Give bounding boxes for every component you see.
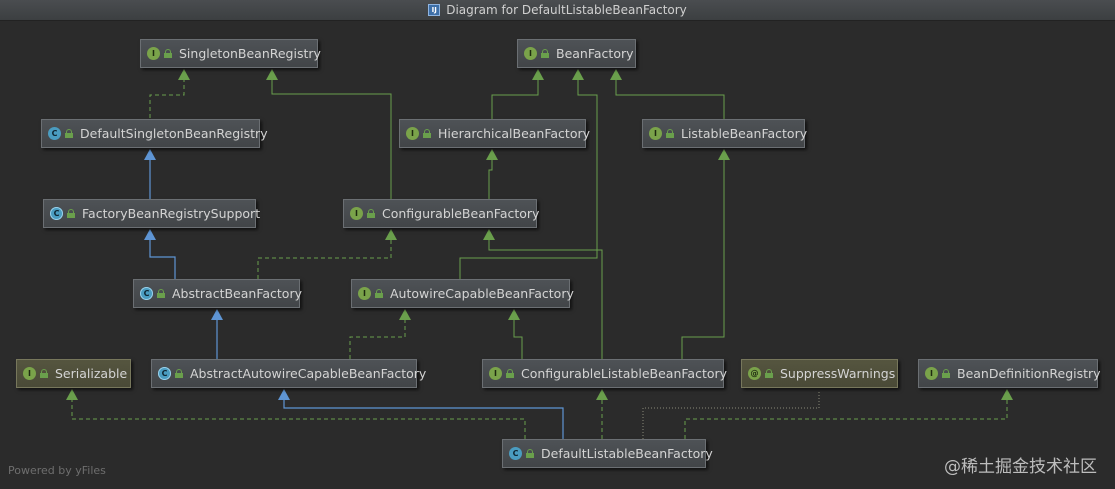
node-label: SuppressWarnings: [780, 366, 896, 381]
abstract-class-icon: C: [50, 207, 63, 220]
node-bean-definition-registry[interactable]: I BeanDefinitionRegistry: [918, 359, 1101, 388]
node-label: BeanFactory: [556, 46, 634, 61]
node-singleton-bean-registry[interactable]: I SingletonBeanRegistry: [140, 39, 321, 68]
node-abstract-bean-factory[interactable]: C AbstractBeanFactory: [133, 279, 302, 308]
node-bean-factory[interactable]: I BeanFactory: [517, 39, 636, 68]
node-label: AbstractBeanFactory: [172, 286, 302, 301]
interface-icon: I: [23, 367, 36, 380]
interface-icon: I: [406, 127, 419, 140]
abstract-class-icon: C: [140, 287, 153, 300]
diagram-icon: IJ: [428, 4, 441, 16]
class-icon: C: [48, 127, 61, 140]
diagram-canvas[interactable]: [0, 21, 1115, 489]
node-suppress-warnings[interactable]: @ SuppressWarnings: [741, 359, 898, 388]
window-title-bar: IJ Diagram for DefaultListableBeanFactor…: [0, 0, 1115, 21]
public-lock-icon: [65, 129, 73, 138]
node-label: Serializable: [55, 366, 128, 381]
powered-by-label: Powered by yFiles: [8, 464, 106, 477]
public-lock-icon: [67, 209, 75, 218]
public-lock-icon: [423, 129, 431, 138]
public-lock-icon: [367, 209, 375, 218]
public-lock-icon: [666, 129, 674, 138]
interface-icon: I: [358, 287, 371, 300]
watermark: @稀土掘金技术社区: [944, 457, 1097, 477]
node-abstract-autowire-capable-bean-factory[interactable]: C AbstractAutowireCapableBeanFactory: [151, 359, 426, 388]
public-lock-icon: [164, 49, 172, 58]
node-label: ConfigurableBeanFactory: [382, 206, 540, 221]
public-lock-icon: [526, 449, 534, 458]
node-label: FactoryBeanRegistrySupport: [82, 206, 261, 221]
node-configurable-bean-factory[interactable]: I ConfigurableBeanFactory: [343, 199, 540, 228]
node-label: SingletonBeanRegistry: [179, 46, 321, 61]
node-label: BeanDefinitionRegistry: [957, 366, 1101, 381]
node-serializable[interactable]: I Serializable: [16, 359, 131, 388]
node-label: AbstractAutowireCapableBeanFactory: [190, 366, 427, 381]
abstract-class-icon: C: [158, 367, 171, 380]
interface-icon: I: [649, 127, 662, 140]
node-label: AutowireCapableBeanFactory: [390, 286, 574, 301]
node-label: HierarchicalBeanFactory: [438, 126, 591, 141]
public-lock-icon: [375, 289, 383, 298]
node-default-listable-bean-factory[interactable]: C DefaultListableBeanFactory: [502, 439, 713, 468]
public-lock-icon: [506, 369, 514, 378]
public-lock-icon: [942, 369, 950, 378]
public-lock-icon: [40, 369, 48, 378]
interface-icon: I: [147, 47, 160, 60]
node-label: DefaultSingletonBeanRegistry: [80, 126, 268, 141]
node-hierarchical-bean-factory[interactable]: I HierarchicalBeanFactory: [399, 119, 590, 148]
interface-icon: I: [350, 207, 363, 220]
public-lock-icon: [157, 289, 165, 298]
class-icon: C: [509, 447, 522, 460]
interface-icon: I: [489, 367, 502, 380]
node-default-singleton-bean-registry[interactable]: C DefaultSingletonBeanRegistry: [41, 119, 268, 148]
window-title: Diagram for DefaultListableBeanFactory: [446, 3, 687, 17]
node-autowire-capable-bean-factory[interactable]: I AutowireCapableBeanFactory: [351, 279, 574, 308]
annotation-icon: @: [748, 367, 761, 380]
public-lock-icon: [765, 369, 773, 378]
interface-icon: I: [925, 367, 938, 380]
node-configurable-listable-bean-factory[interactable]: I ConfigurableListableBeanFactory: [482, 359, 728, 388]
node-listable-bean-factory[interactable]: I ListableBeanFactory: [642, 119, 808, 148]
public-lock-icon: [175, 369, 183, 378]
node-factory-bean-registry-support[interactable]: C FactoryBeanRegistrySupport: [43, 199, 260, 228]
node-label: DefaultListableBeanFactory: [541, 446, 713, 461]
node-label: ConfigurableListableBeanFactory: [521, 366, 728, 381]
interface-icon: I: [524, 47, 537, 60]
node-label: ListableBeanFactory: [681, 126, 808, 141]
public-lock-icon: [541, 49, 549, 58]
